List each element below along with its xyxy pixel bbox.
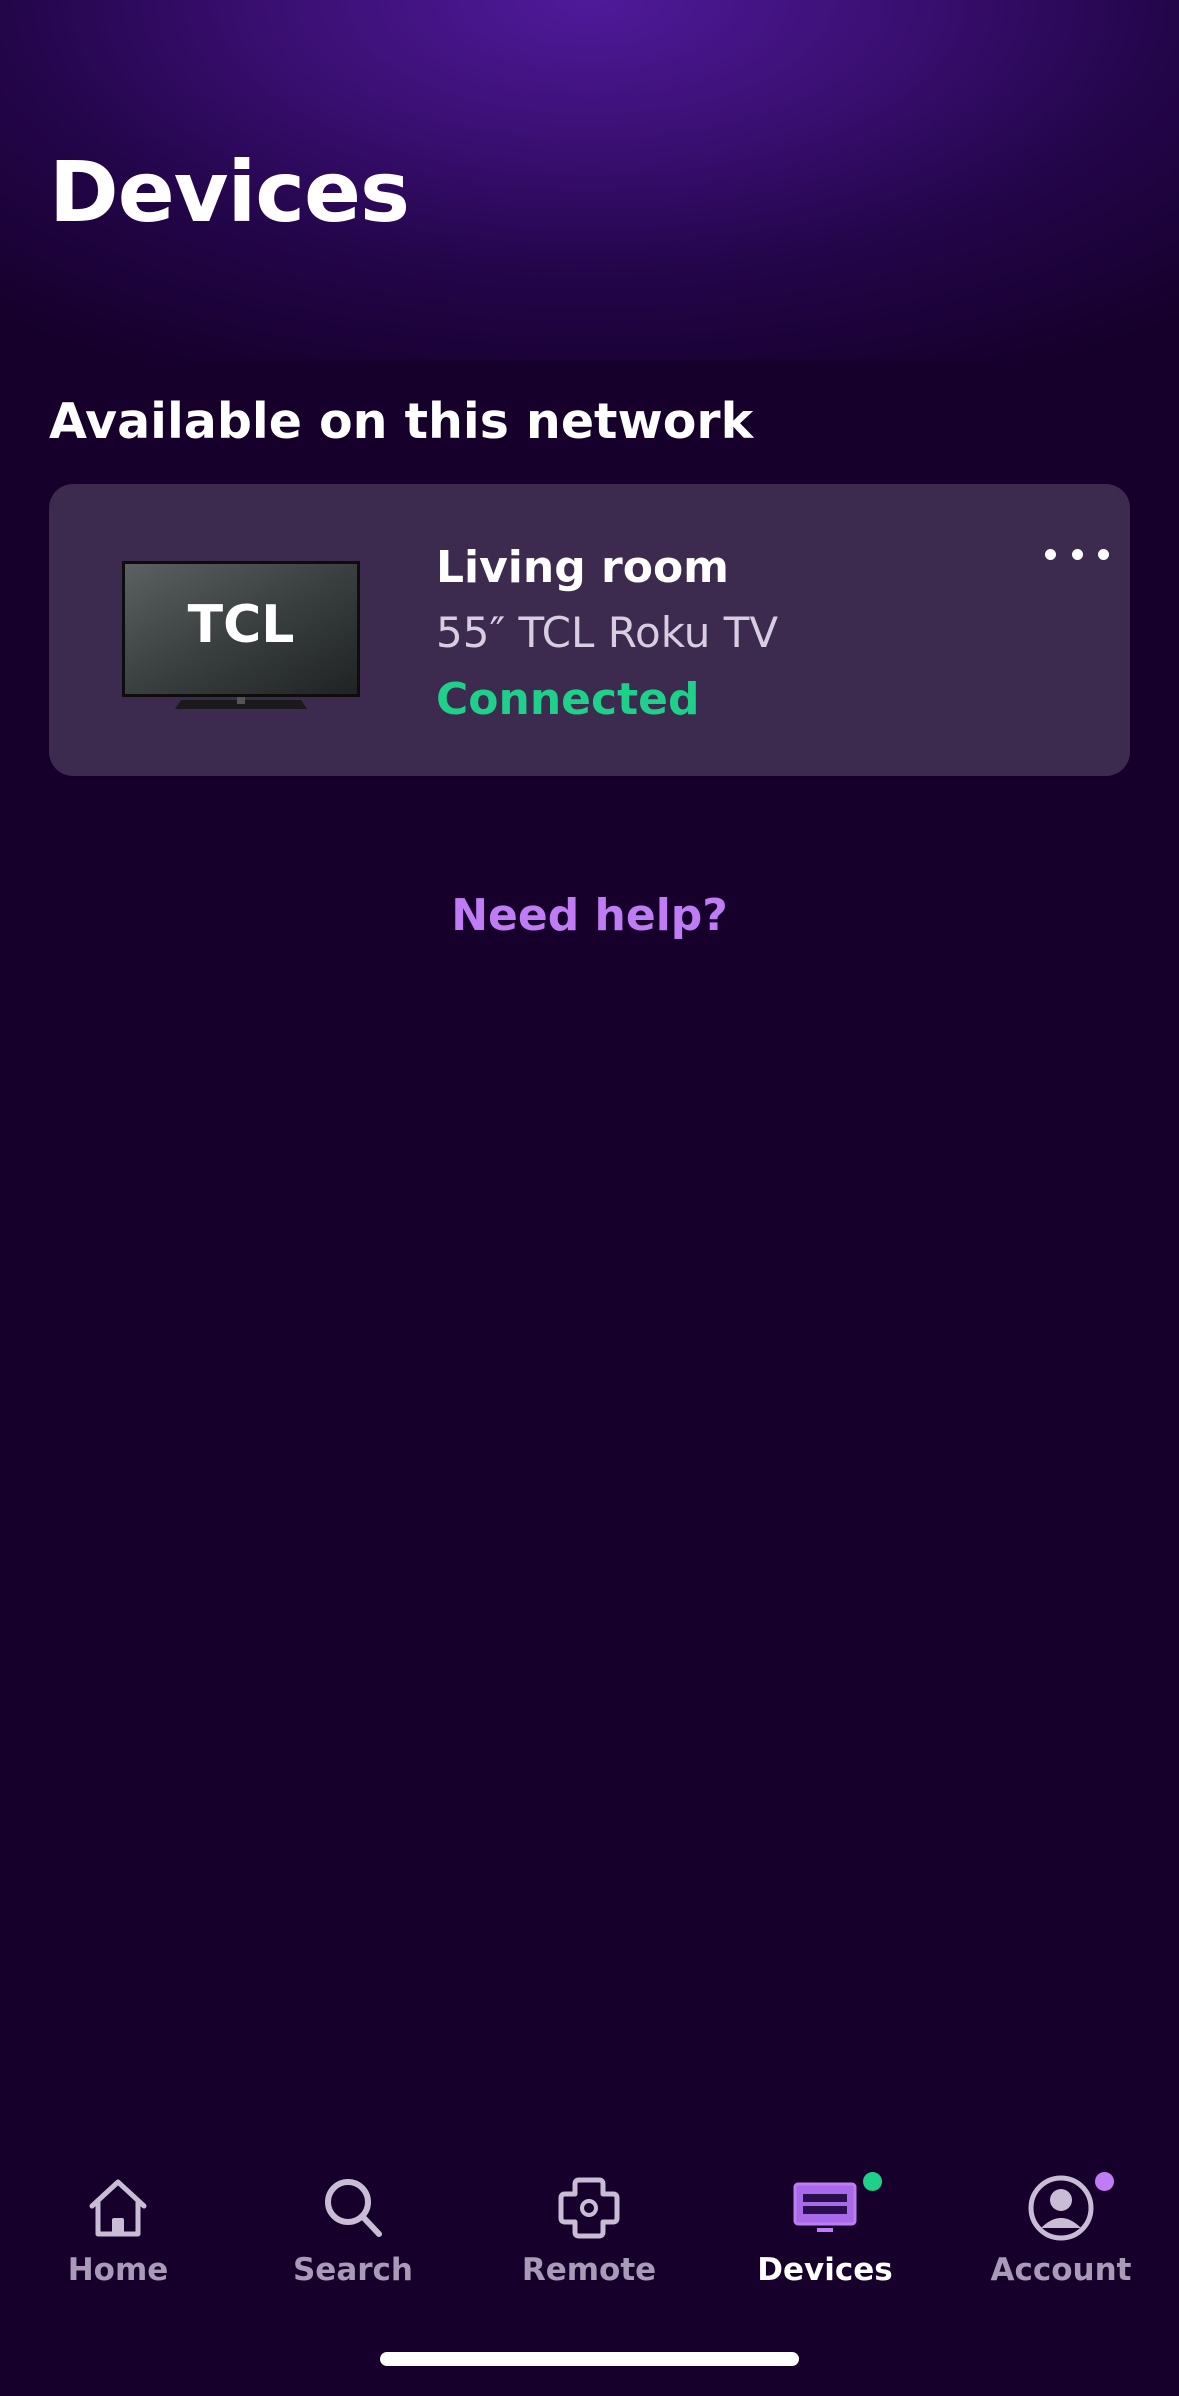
tab-bar: Home Search Remote Devices Account xyxy=(0,2160,1179,2300)
section-title: Available on this network xyxy=(49,393,754,450)
tab-devices[interactable]: Devices xyxy=(707,2160,943,2300)
tab-search[interactable]: Search xyxy=(235,2160,471,2300)
tv-logo-text: TCL xyxy=(188,595,295,655)
search-icon xyxy=(325,2179,382,2237)
remote-icon xyxy=(558,2177,620,2239)
more-options-icon-dot xyxy=(1071,548,1083,560)
tab-remote[interactable]: Remote xyxy=(471,2160,707,2300)
tv-image: TCL xyxy=(122,561,360,709)
home-icon xyxy=(89,2179,147,2237)
tab-label: Home xyxy=(67,2252,169,2288)
tab-label: Search xyxy=(292,2252,413,2288)
device-name: Living room xyxy=(436,542,730,593)
account-notification-badge xyxy=(1095,2172,1114,2191)
device-model: 55″ TCL Roku TV xyxy=(436,608,779,657)
device-card[interactable]: TCL Living room 55″ TCL Roku TV Connecte… xyxy=(49,484,1130,776)
tab-home[interactable]: Home xyxy=(0,2160,236,2300)
device-status: Connected xyxy=(436,674,700,725)
devices-status-badge xyxy=(863,2172,882,2191)
account-icon xyxy=(1028,2175,1094,2241)
more-options-icon xyxy=(1045,548,1056,560)
tab-label: Devices xyxy=(757,2252,893,2288)
devices-icon xyxy=(793,2182,857,2232)
tab-label: Remote xyxy=(521,2252,657,2288)
home-indicator[interactable] xyxy=(380,2352,799,2366)
more-options-button[interactable] xyxy=(1045,534,1109,574)
tab-label: Account xyxy=(990,2252,1132,2288)
page-title: Devices xyxy=(49,143,410,241)
need-help-link[interactable]: Need help? xyxy=(0,890,1179,941)
tab-account[interactable]: Account xyxy=(943,2160,1179,2300)
more-options-icon-dot xyxy=(1098,548,1109,560)
